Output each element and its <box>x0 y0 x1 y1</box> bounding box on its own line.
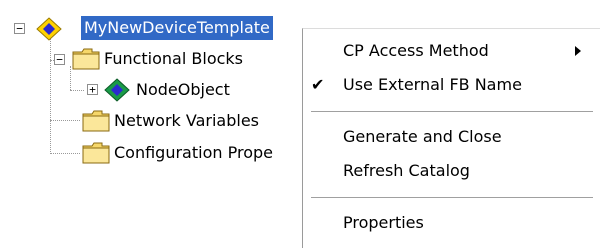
menu-item-label: Use External FB Name <box>343 75 522 94</box>
menu-item-label: Generate and Close <box>343 127 502 146</box>
tree-item-root[interactable]: MyNewDeviceTemplate <box>81 16 273 40</box>
menu-item-use-external-fb-name[interactable]: ✔ Use External FB Name <box>303 69 599 101</box>
folder-icon <box>72 48 100 70</box>
folder-icon <box>82 142 110 164</box>
functional-blocks-collapse-toggle[interactable]: − <box>54 54 65 65</box>
menu-item-label: Refresh Catalog <box>343 161 470 180</box>
tree-item-functional-blocks[interactable]: Functional Blocks <box>104 47 243 71</box>
tree-line <box>70 66 71 90</box>
menu-item-label: CP Access Method <box>343 41 489 60</box>
node-object-expand-toggle[interactable]: + <box>87 84 98 95</box>
root-collapse-toggle[interactable]: − <box>14 23 25 34</box>
menu-item-label: Properties <box>343 213 424 232</box>
context-menu: CP Access Method ✔ Use External FB Name … <box>302 28 600 248</box>
tree-line <box>50 153 80 154</box>
folder-icon <box>82 110 110 132</box>
check-icon: ✔ <box>311 75 325 94</box>
tree-line <box>50 34 51 154</box>
menu-item-generate-and-close[interactable]: Generate and Close <box>303 121 599 153</box>
menu-separator <box>311 197 593 199</box>
menu-item-cp-access-method[interactable]: CP Access Method <box>303 35 599 67</box>
tree-item-configuration-properties[interactable]: Configuration Prope <box>114 141 273 165</box>
diamond-device-icon <box>36 17 62 41</box>
tree-line <box>50 120 80 121</box>
tree-item-node-object[interactable]: NodeObject <box>136 78 230 102</box>
diamond-node-icon <box>104 78 130 102</box>
device-template-tree: − MyNewDeviceTemplate − Functional Block… <box>0 0 600 248</box>
menu-item-refresh-catalog[interactable]: Refresh Catalog <box>303 155 599 187</box>
tree-line <box>70 90 84 91</box>
menu-separator <box>311 111 593 113</box>
menu-item-properties[interactable]: Properties <box>303 207 599 239</box>
submenu-arrow-icon <box>575 46 581 56</box>
tree-item-network-variables[interactable]: Network Variables <box>114 109 259 133</box>
